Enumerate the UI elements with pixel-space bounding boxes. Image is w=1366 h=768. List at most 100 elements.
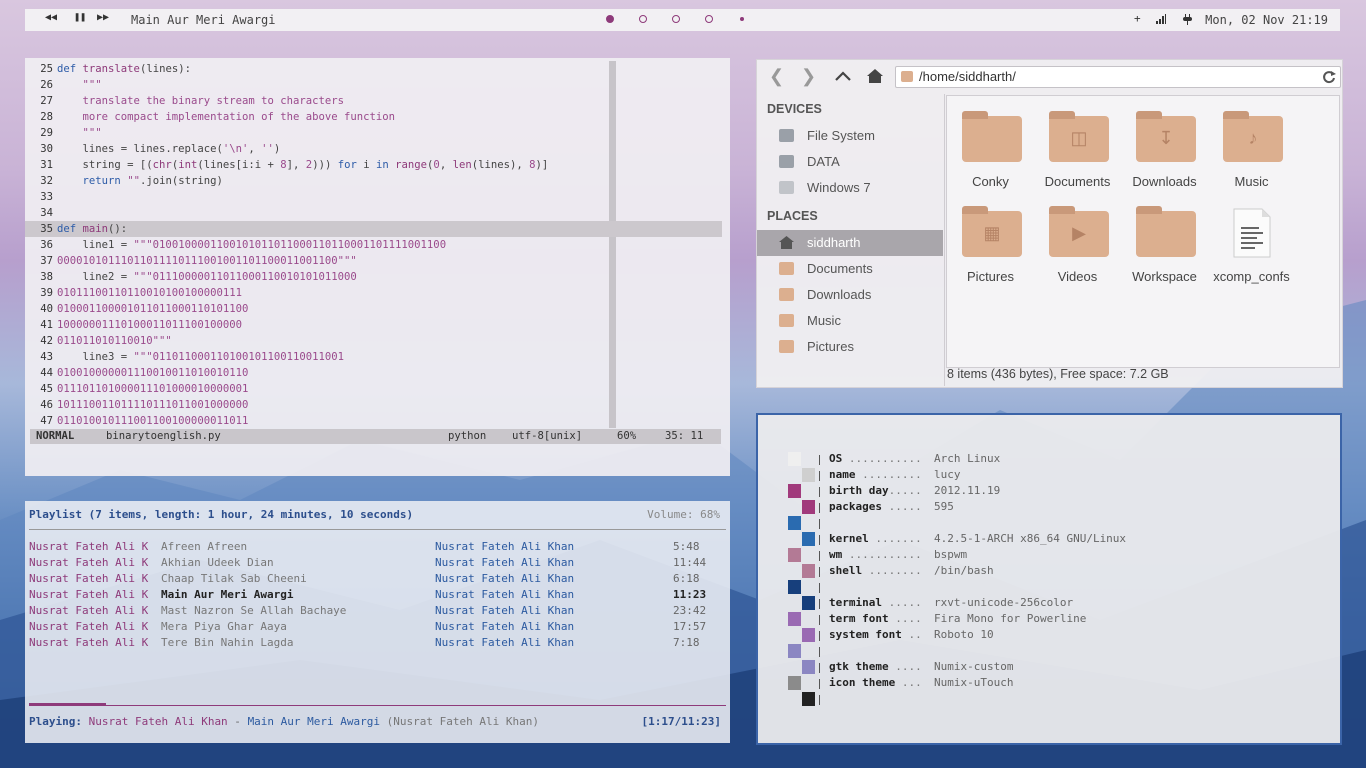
playlist-row[interactable]: Nusrat Fateh Ali K Afreen Afreen Nusrat Fa…: [29, 539, 726, 555]
code-line[interactable]: 42 011011010110010""": [25, 333, 722, 349]
line-number: 35: [40, 223, 53, 235]
previous-icon[interactable]: ◀◀: [45, 12, 57, 23]
folder-conky[interactable]: Conky: [947, 106, 1034, 196]
code-line[interactable]: 31 string = [(chr(int(lines[i:i + 8], 2)…: [25, 157, 722, 173]
power-plug-icon[interactable]: [1183, 14, 1192, 25]
sidebar-item-music[interactable]: Music: [757, 308, 943, 334]
code-line[interactable]: 36 line1 = """01001000011001010110110001…: [25, 237, 722, 253]
separator-bar: [819, 503, 820, 513]
workspace-2[interactable]: [639, 15, 647, 23]
sidebar-item-data[interactable]: DATA: [757, 149, 943, 175]
code-line[interactable]: 40 010001100001011011000110101100: [25, 301, 722, 317]
info-key: icon theme ...: [829, 676, 922, 689]
separator-bar: [819, 519, 820, 529]
pause-icon[interactable]: ❚❚: [74, 12, 86, 23]
playlist-row[interactable]: Nusrat Fateh Ali K Akhian Udeek Dian Nusra…: [29, 555, 726, 571]
up-icon[interactable]: [835, 71, 851, 81]
workspace-5[interactable]: [740, 17, 744, 21]
folder-icon: [779, 340, 794, 353]
vim-editor-window[interactable]: 25 def translate(lines): 26 """ 27 translat…: [25, 58, 730, 476]
code-line[interactable]: 34: [25, 205, 722, 221]
code-line[interactable]: 38 line2 = """01110000011011000110010101…: [25, 269, 722, 285]
separator-bar: [819, 647, 820, 657]
line-number: 39: [40, 287, 53, 299]
line-number: 32: [40, 175, 53, 187]
code-line[interactable]: 45 011101101000011101000010000001: [25, 381, 722, 397]
code-line[interactable]: 28 more compact implementation of the ab…: [25, 109, 722, 125]
code-line[interactable]: 43 line3 = """01101100011010010110011001…: [25, 349, 722, 365]
music-player-window[interactable]: Playlist (7 items, length: 1 hour, 24 mi…: [25, 501, 730, 743]
track-artist: Nusrat Fateh Ali K: [29, 572, 149, 585]
line-number: 44: [40, 367, 53, 379]
folder-icon: [779, 288, 794, 301]
volume-label: Volume: 68%: [647, 508, 720, 521]
file-manager-window[interactable]: ❮ ❯ /home/siddharth/ DEVICES File System…: [756, 59, 1343, 388]
code-line[interactable]: 30 lines = lines.replace('\n', ''): [25, 141, 722, 157]
folder-downloads[interactable]: ↧ Downloads: [1121, 106, 1208, 196]
sidebar-item-pictures[interactable]: Pictures: [757, 334, 943, 360]
status-bar: 8 items (436 bytes), Free space: 7.2 GB: [947, 367, 1169, 381]
folder-music[interactable]: ♪ Music: [1208, 106, 1295, 196]
file-xcomp-confs[interactable]: xcomp_confs: [1208, 201, 1295, 291]
clock: Mon, 02 Nov 21:19: [1205, 13, 1328, 27]
line-number: 40: [40, 303, 53, 315]
sidebar-item-windows-7[interactable]: Windows 7: [757, 175, 943, 201]
workspace-1[interactable]: [606, 15, 614, 23]
code-line[interactable]: 39 01011100110110010100100000111: [25, 285, 722, 301]
vim-mode: NORMAL: [36, 430, 75, 442]
home-icon[interactable]: [867, 69, 883, 83]
progress-track[interactable]: [29, 705, 726, 706]
track-title: Afreen Afreen: [161, 540, 248, 553]
playlist-row[interactable]: Nusrat Fateh Ali K Chaap Tilak Sab Cheeni…: [29, 571, 726, 587]
separator-bar: [819, 679, 820, 689]
code-line[interactable]: 29 """: [25, 125, 722, 141]
forward-icon[interactable]: ❯: [801, 66, 816, 87]
code-line[interactable]: 33: [25, 189, 722, 205]
code-line[interactable]: 26 """: [25, 77, 722, 93]
sidebar-item-home[interactable]: siddharth: [757, 230, 943, 256]
code-line[interactable]: 32 return "".join(string): [25, 173, 722, 189]
code-line[interactable]: 25 def translate(lines):: [25, 61, 722, 77]
vim-position: 35: 11: [665, 430, 704, 442]
workspace-3[interactable]: [672, 15, 680, 23]
info-value: 4.2.5-1-ARCH x86_64 GNU/Linux: [934, 532, 1127, 545]
info-key: wm ...........: [829, 548, 922, 561]
folder-workspace[interactable]: Workspace: [1121, 201, 1208, 291]
info-key: system font ..: [829, 628, 922, 641]
signal-icon[interactable]: [1156, 14, 1166, 24]
playlist-row[interactable]: Nusrat Fateh Ali K Tere Bin Nahin Lagda Nu…: [29, 635, 726, 651]
plus-icon[interactable]: +: [1134, 12, 1141, 25]
playlist-row[interactable]: Nusrat Fateh Ali K Main Aur Meri Awargi Nu…: [29, 587, 726, 603]
drive-icon: [779, 129, 794, 142]
system-info-window[interactable]: OS ........... Arch Linux name ......... lu…: [756, 413, 1342, 745]
code-line[interactable]: 44 010010000001110010011010010110: [25, 365, 722, 381]
track-album: Nusrat Fateh Ali Khan: [435, 556, 575, 569]
color-swatch: [788, 484, 801, 498]
code-line[interactable]: 27 translate the binary stream to charac…: [25, 93, 722, 109]
workspace-4[interactable]: [705, 15, 713, 23]
next-icon[interactable]: ▶▶: [97, 12, 109, 23]
playlist-row[interactable]: Nusrat Fateh Ali K Mast Nazron Se Allah B…: [29, 603, 726, 619]
code-line[interactable]: 35 def main():: [25, 221, 722, 237]
sidebar-item-documents[interactable]: Documents: [757, 256, 943, 282]
folder-videos[interactable]: ▶ Videos: [1034, 201, 1121, 291]
line-number: 30: [40, 143, 53, 155]
folder-pictures[interactable]: ▦ Pictures: [947, 201, 1034, 291]
playlist-row[interactable]: Nusrat Fateh Ali K Mera Piya Ghar Aaya Nus…: [29, 619, 726, 635]
reload-icon[interactable]: [1322, 70, 1336, 84]
folder-documents[interactable]: ◫ Documents: [1034, 106, 1121, 196]
sidebar-item-file-system[interactable]: File System: [757, 123, 943, 149]
downloads-folder-icon: ↧: [1136, 111, 1196, 162]
sidebar-item-downloads[interactable]: Downloads: [757, 282, 943, 308]
code-line[interactable]: 37 00001010111011011110111001001101100011…: [25, 253, 722, 269]
code-line[interactable]: 47 011010010111001100100000011011: [25, 413, 722, 429]
code-line[interactable]: 46 101110011011110111011001000000: [25, 397, 722, 413]
color-swatch: [802, 564, 815, 578]
back-icon[interactable]: ❮: [769, 66, 784, 87]
track-dur: 11:23: [673, 588, 707, 601]
code-line[interactable]: 41 10000001110100011011100100000: [25, 317, 722, 333]
path-bar[interactable]: /home/siddharth/: [895, 66, 1341, 88]
vim-statusline: NORMAL binarytoenglish.py python utf-8[u…: [30, 429, 721, 444]
drive-icon: [779, 181, 794, 194]
line-number: 27: [40, 95, 53, 107]
